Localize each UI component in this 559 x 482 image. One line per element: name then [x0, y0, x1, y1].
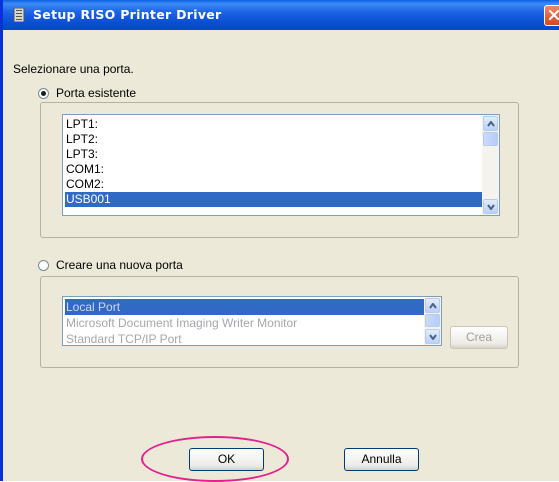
setup-dialog: Setup RISO Printer Driver Selezionare un… — [0, 0, 559, 482]
list-item: Standard TCP/IP Port — [66, 332, 182, 346]
new-port-label: Creare una nuova porta — [56, 258, 183, 272]
existing-port-list[interactable]: LPT1: LPT2: LPT3: COM1: COM2: USB001 — [62, 114, 500, 216]
chevron-up-icon — [429, 303, 437, 309]
scroll-up-button[interactable] — [483, 116, 498, 131]
list-item[interactable]: LPT2: — [65, 132, 482, 147]
radio-unchecked-icon — [38, 259, 49, 271]
chevron-up-icon — [487, 121, 495, 127]
new-port-list: Local Port Microsoft Document Imaging Wr… — [62, 296, 442, 346]
scroll-down-button — [425, 329, 440, 344]
new-port-radio[interactable]: Creare una nuova porta — [38, 258, 183, 272]
title-bar[interactable]: Setup RISO Printer Driver — [3, 0, 559, 30]
vertical-scrollbar[interactable] — [482, 115, 499, 215]
existing-port-radio[interactable]: Porta esistente — [38, 86, 136, 100]
printer-icon — [13, 7, 25, 23]
chevron-down-icon — [487, 204, 495, 210]
create-port-button: Crea — [450, 326, 508, 349]
highlight-circle — [141, 436, 289, 482]
list-item-selected: Local Port — [65, 299, 424, 315]
window-title: Setup RISO Printer Driver — [33, 7, 222, 22]
instruction-text: Selezionare una porta. — [13, 62, 134, 76]
scroll-down-button[interactable] — [483, 199, 498, 214]
list-item[interactable]: COM1: — [65, 162, 482, 177]
existing-port-label: Porta esistente — [56, 86, 137, 100]
chevron-down-icon — [429, 334, 437, 340]
scroll-thumb[interactable] — [483, 132, 498, 146]
scroll-thumb — [425, 314, 440, 327]
list-item[interactable]: LPT3: — [65, 147, 482, 162]
close-button[interactable] — [544, 5, 559, 26]
list-item[interactable]: COM2: — [65, 177, 482, 192]
scroll-up-button — [425, 298, 440, 313]
radio-checked-icon — [38, 87, 49, 99]
list-item[interactable]: LPT1: — [65, 117, 482, 132]
cancel-button[interactable]: Annulla — [344, 448, 419, 471]
list-item-selected[interactable]: USB001 — [65, 192, 482, 207]
list-item: Microsoft Document Imaging Writer Monito… — [66, 316, 298, 330]
vertical-scrollbar — [424, 297, 441, 345]
